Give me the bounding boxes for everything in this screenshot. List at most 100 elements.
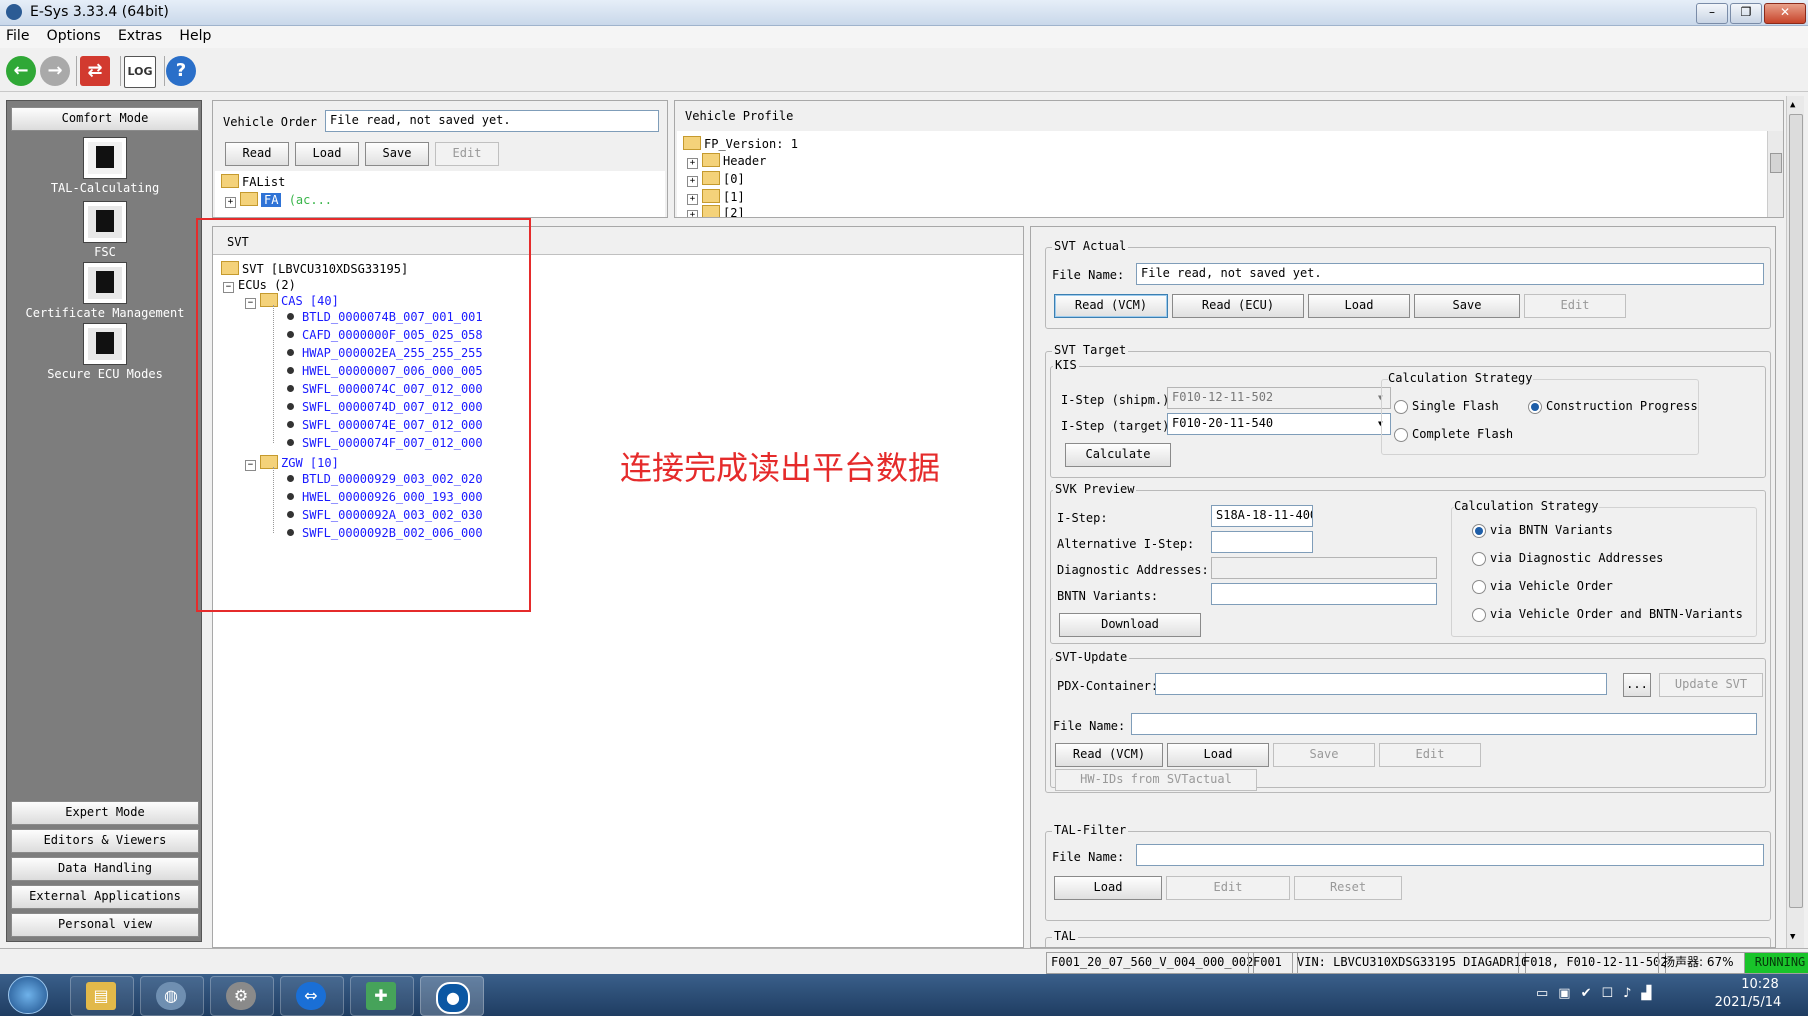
expand-icon[interactable]: + — [687, 194, 698, 205]
tal-filter-load-button[interactable]: Load — [1054, 876, 1162, 900]
network-taskbar-item[interactable]: ✚ — [350, 976, 414, 1016]
scroll-thumb[interactable] — [1789, 114, 1803, 908]
collapse-icon[interactable]: − — [245, 298, 256, 309]
svt-actual-load-button[interactable]: Load — [1308, 294, 1410, 318]
scroll-up-icon[interactable]: ▲ — [1790, 100, 1795, 110]
menu-options[interactable]: Options — [43, 26, 105, 46]
teamviewer-taskbar-item[interactable]: ⇔ — [280, 976, 344, 1016]
data-handling-button[interactable]: Data Handling — [11, 857, 199, 881]
node-0[interactable]: + [0] — [687, 171, 745, 187]
svt-entry[interactable]: SWFL_0000074F_007_012_000 — [287, 436, 483, 450]
forward-icon[interactable]: → — [40, 56, 70, 86]
calculate-button[interactable]: Calculate — [1065, 443, 1171, 467]
ecu-group-zgw[interactable]: − ZGW [10] — [245, 455, 339, 471]
svk-istep-field[interactable]: S18A-18-11-400 — [1211, 505, 1313, 527]
alt-istep-field[interactable] — [1211, 531, 1313, 553]
log-icon[interactable]: LOG — [124, 56, 156, 88]
scroll-down-icon[interactable]: ▼ — [1790, 932, 1795, 942]
minimize-button[interactable]: – — [1696, 3, 1728, 24]
svt-root-node[interactable]: SVT [LBVCU310XDSG33195] — [221, 261, 408, 276]
external-applications-button[interactable]: External Applications — [11, 885, 199, 909]
collapse-icon[interactable]: − — [245, 460, 256, 471]
svt-update-load-button[interactable]: Load — [1167, 743, 1269, 767]
hw-ids-button[interactable]: HW-IDs from SVTactual — [1055, 769, 1257, 791]
svt-update-file-field[interactable] — [1131, 713, 1757, 735]
expand-icon[interactable]: + — [687, 158, 698, 169]
falist-node[interactable]: FAList — [221, 174, 285, 189]
vo-edit-button[interactable]: Edit — [435, 142, 499, 166]
secure-ecu-modes-item[interactable]: Secure ECU Modes — [7, 323, 203, 381]
close-button[interactable]: ✕ — [1764, 3, 1806, 24]
svt-actual-file-field[interactable]: File read, not saved yet. — [1136, 263, 1764, 285]
bntn-variants-field[interactable] — [1211, 583, 1437, 605]
via-vo-bntn-radio[interactable] — [1472, 608, 1486, 622]
svt-entry[interactable]: SWFL_0000074D_007_012_000 — [287, 400, 483, 414]
svt-entry[interactable]: HWEL_00000926_000_193_000 — [287, 490, 483, 504]
expand-icon[interactable]: + — [225, 197, 236, 208]
menu-extras[interactable]: Extras — [114, 26, 166, 46]
svt-update-read-vcm-button[interactable]: Read (VCM) — [1055, 743, 1163, 767]
maximize-button[interactable]: ❐ — [1730, 3, 1762, 24]
start-button[interactable] — [8, 976, 48, 1014]
help-icon[interactable]: ? — [166, 56, 196, 86]
tool-taskbar-item[interactable]: ⚙ — [210, 976, 274, 1016]
bmw-taskbar-item[interactable]: ● — [420, 976, 484, 1016]
vp-scrollbar[interactable] — [1767, 131, 1783, 217]
collapse-icon[interactable]: − — [223, 282, 234, 293]
fa-node[interactable]: + FA (ac... — [225, 192, 332, 208]
svt-actual-read-ecu-button[interactable]: Read (ECU) — [1172, 294, 1304, 318]
update-svt-button[interactable]: Update SVT — [1659, 673, 1763, 697]
single-flash-radio[interactable] — [1394, 400, 1408, 414]
via-diag-radio[interactable] — [1472, 552, 1486, 566]
istep-shipm-select[interactable]: F010-12-11-502 ▾ — [1167, 387, 1391, 409]
tal-filter-file-field[interactable] — [1136, 844, 1764, 866]
tal-filter-reset-button[interactable]: Reset — [1294, 876, 1402, 900]
fp-version-node[interactable]: FP_Version: 1 — [683, 136, 798, 151]
vo-read-button[interactable]: Read — [225, 142, 289, 166]
header-node[interactable]: + Header — [687, 153, 766, 169]
svt-entry[interactable]: SWFL_0000074E_007_012_000 — [287, 418, 483, 432]
svt-update-edit-button[interactable]: Edit — [1379, 743, 1481, 767]
download-button[interactable]: Download — [1059, 613, 1201, 637]
vo-load-button[interactable]: Load — [295, 142, 359, 166]
node-1[interactable]: + [1] — [687, 189, 745, 205]
browser-taskbar-item[interactable]: ◍ — [140, 976, 204, 1016]
explorer-taskbar-item[interactable]: ▤ — [70, 976, 134, 1016]
svt-entry[interactable]: SWFL_0000092B_002_006_000 — [287, 526, 483, 540]
istep-target-select[interactable]: F010-20-11-540 ▾ — [1167, 413, 1391, 435]
main-scrollbar[interactable]: ▲ ▼ — [1786, 96, 1804, 948]
back-icon[interactable]: ← — [6, 56, 36, 86]
expert-mode-button[interactable]: Expert Mode — [11, 801, 199, 825]
svt-actual-read-vcm-button[interactable]: Read (VCM) — [1054, 294, 1168, 318]
certificate-management-item[interactable]: Certificate Management — [7, 262, 203, 320]
svt-actual-edit-button[interactable]: Edit — [1524, 294, 1626, 318]
vp-scroll-thumb[interactable] — [1770, 153, 1782, 173]
vo-save-button[interactable]: Save — [365, 142, 429, 166]
svt-entry[interactable]: BTLD_00000929_003_002_020 — [287, 472, 483, 486]
complete-flash-radio[interactable] — [1394, 428, 1408, 442]
tal-calculating-item[interactable]: TAL-Calculating — [7, 137, 203, 195]
via-bntn-radio[interactable] — [1472, 524, 1486, 538]
expand-icon[interactable]: + — [687, 176, 698, 187]
ecus-node[interactable]: − ECUs (2) — [223, 278, 296, 293]
menu-help[interactable]: Help — [175, 26, 215, 46]
svt-entry[interactable]: SWFL_0000092A_003_002_030 — [287, 508, 483, 522]
construction-progress-radio[interactable] — [1528, 400, 1542, 414]
svt-update-save-button[interactable]: Save — [1273, 743, 1375, 767]
connect-icon[interactable]: ⇄ — [80, 56, 110, 86]
expand-icon[interactable]: + — [687, 210, 698, 217]
fsc-item[interactable]: FSC — [7, 201, 203, 259]
via-vehicle-order-radio[interactable] — [1472, 580, 1486, 594]
personal-view-button[interactable]: Personal view — [11, 913, 199, 937]
pdx-container-field[interactable] — [1155, 673, 1607, 695]
vehicle-order-field[interactable]: File read, not saved yet. — [325, 110, 659, 132]
ecu-group-cas[interactable]: − CAS [40] — [245, 293, 339, 309]
svt-actual-save-button[interactable]: Save — [1414, 294, 1520, 318]
node-2[interactable]: + [2] — [687, 205, 745, 217]
tal-filter-edit-button[interactable]: Edit — [1166, 876, 1290, 900]
editors-viewers-button[interactable]: Editors & Viewers — [11, 829, 199, 853]
comfort-mode-button[interactable]: Comfort Mode — [11, 107, 199, 131]
pdx-browse-button[interactable]: ... — [1623, 673, 1651, 697]
menu-file[interactable]: File — [2, 26, 33, 46]
diag-addresses-field[interactable] — [1211, 557, 1437, 579]
